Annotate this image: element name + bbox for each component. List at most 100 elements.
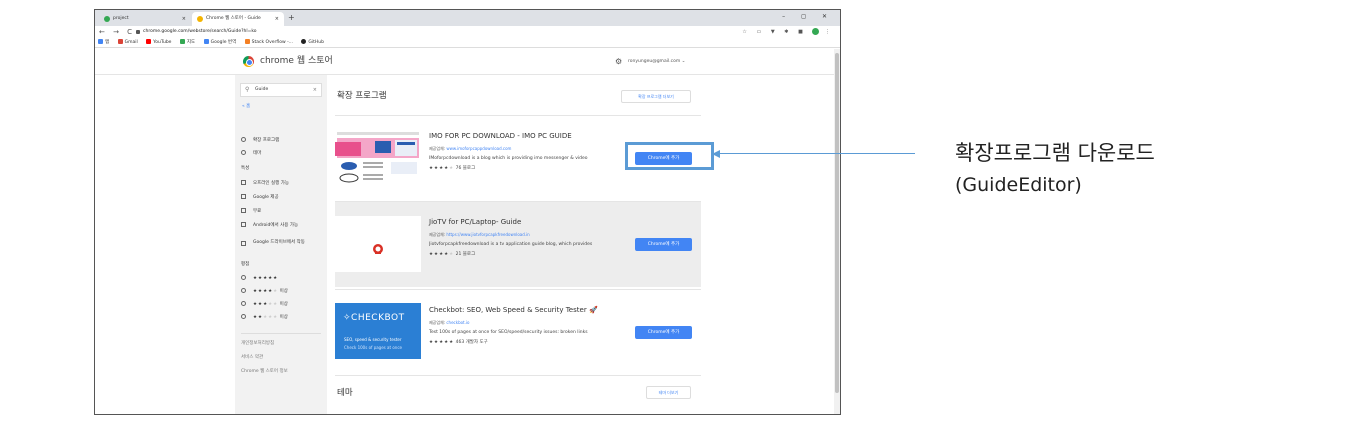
- radio-icon[interactable]: [241, 314, 246, 319]
- bookmark-maps[interactable]: 지도: [179, 38, 195, 48]
- filter-drive[interactable]: Google 드라이브에서 작동: [241, 239, 325, 247]
- stars-empty: ★: [449, 166, 455, 171]
- tab-strip: project × Chrome 웹 스토어 - Guide × + – ◻ ✕: [95, 10, 840, 26]
- extension-square-icon[interactable]: ■: [798, 29, 807, 35]
- bookmark-apps[interactable]: 앱: [98, 38, 109, 48]
- extension-rating: ★★★★★ 463 개발자 도구: [429, 339, 488, 347]
- bookmark-github[interactable]: GitHub: [301, 38, 324, 48]
- checkbot-subtagline: Check 100s of pages at once: [344, 345, 402, 350]
- close-tab-icon[interactable]: ×: [275, 12, 279, 26]
- terms-link[interactable]: 서비스 약관: [241, 354, 263, 362]
- apps-grid-icon: [98, 39, 103, 44]
- extension-rating: ★★★★★ 76 블로그: [429, 165, 475, 173]
- stackoverflow-icon: [244, 39, 250, 44]
- tab-project[interactable]: project ×: [99, 12, 191, 26]
- bookmark-star-icon[interactable]: ☆: [742, 29, 750, 35]
- checkbox-icon[interactable]: [241, 222, 246, 227]
- extension-card-jiotv[interactable]: JioTV for PC/Laptop- Guide 제공업체: https:/…: [335, 201, 701, 287]
- url-input[interactable]: chrome.google.com/webstore/search/Guide?…: [135, 27, 755, 37]
- add-to-chrome-button[interactable]: Chrome에 추가: [635, 238, 692, 251]
- extension-filter-icon[interactable]: ▼: [771, 29, 779, 35]
- filter-rating-3[interactable]: ★★★★★ 이상: [241, 301, 288, 309]
- extension-card-checkbot[interactable]: ✧CHECKBOT SEO, speed & security tester C…: [335, 289, 701, 375]
- star-rating: ★★★★★: [253, 315, 278, 320]
- stars-empty: ★★: [268, 302, 279, 307]
- provider-label: 제공업체:: [429, 320, 446, 325]
- extension-puzzle-icon[interactable]: ✱: [784, 29, 792, 35]
- see-more-themes-button[interactable]: 테마 더보기: [646, 386, 691, 399]
- scrollbar-thumb[interactable]: [835, 53, 839, 393]
- filter-extensions[interactable]: 확장 프로그램: [241, 137, 279, 145]
- privacy-link[interactable]: 개인정보처리방침: [241, 340, 274, 348]
- extensions-section-title: 확장 프로그램: [337, 91, 387, 101]
- radio-icon[interactable]: [241, 137, 246, 142]
- filter-offline[interactable]: 오프라인 실행 가능: [241, 180, 289, 188]
- filter-rating-4[interactable]: ★★★★★ 이상: [241, 288, 288, 296]
- annotation-arrow-icon: [712, 150, 720, 158]
- provider-label: 제공업체:: [429, 232, 446, 237]
- profile-avatar-icon[interactable]: [812, 28, 820, 35]
- radio-icon[interactable]: [241, 288, 246, 293]
- menu-kebab-icon[interactable]: ⋮: [825, 29, 834, 35]
- about-store-link[interactable]: Chrome 웹 스토어 정보: [241, 368, 288, 376]
- add-to-chrome-button[interactable]: Chrome에 추가: [635, 326, 692, 339]
- radio-icon[interactable]: [241, 301, 246, 306]
- bookmark-youtube[interactable]: YouTube: [146, 38, 171, 48]
- tab-chrome-web-store[interactable]: Chrome 웹 스토어 - Guide ×: [192, 12, 284, 26]
- extension-icons[interactable]: ☆ ▭ ▼ ✱ ■ ⋮: [742, 27, 834, 37]
- chrome-logo-icon[interactable]: [243, 56, 254, 67]
- provider-link[interactable]: checkbot.io: [446, 320, 469, 325]
- bookmark-translate[interactable]: Google 번역: [203, 38, 237, 48]
- bookmark-label: Google 번역: [210, 40, 237, 45]
- search-input[interactable]: ⚲ Guide ×: [240, 83, 322, 97]
- themes-section-title: 테마: [337, 388, 353, 398]
- filter-themes[interactable]: 테마: [241, 150, 261, 158]
- checkbox-icon[interactable]: [241, 208, 246, 213]
- page-scrollbar[interactable]: [834, 49, 840, 414]
- stars-filled: ★★★★★: [429, 340, 455, 345]
- sidebar-divider: [241, 333, 321, 334]
- navigation-buttons[interactable]: ← → C: [99, 27, 135, 37]
- filter-label: 테마: [253, 151, 262, 156]
- see-more-extensions-button[interactable]: 확장 프로그램 더보기: [621, 90, 691, 103]
- bookmark-label: GitHub: [308, 40, 325, 45]
- web-store-tab-icon: [197, 16, 203, 22]
- checkbox-icon[interactable]: [241, 180, 246, 185]
- checkbot-brand-text: CHECKBOT: [351, 313, 405, 323]
- filter-by-google[interactable]: Google 제공: [241, 194, 279, 202]
- checkbox-icon[interactable]: [241, 241, 246, 246]
- extension-title[interactable]: Checkbot: SEO, Web Speed & Security Test…: [429, 305, 598, 315]
- extension-thumbnail: [335, 216, 421, 272]
- extension-thumbnail: [335, 130, 421, 186]
- store-title[interactable]: chrome 웹 스토어: [260, 55, 333, 68]
- checkbox-icon[interactable]: [241, 194, 246, 199]
- filter-free[interactable]: 무료: [241, 208, 261, 216]
- tab-label: Chrome 웹 스토어 - Guide: [206, 16, 261, 21]
- account-email[interactable]: ronyungeu@gmail.com ⌄: [628, 58, 685, 66]
- extension-title-text: Checkbot: SEO, Web Speed & Security Test…: [429, 306, 587, 314]
- checkbot-brand: ✧CHECKBOT: [343, 313, 405, 323]
- bookmark-gmail[interactable]: Gmail: [117, 38, 138, 48]
- gear-icon[interactable]: ⚙: [615, 57, 622, 66]
- window-controls[interactable]: – ◻ ✕: [782, 12, 834, 22]
- extension-title[interactable]: JioTV for PC/Laptop- Guide: [429, 217, 521, 227]
- url-text: chrome.google.com/webstore/search/Guide?…: [143, 29, 257, 34]
- radio-icon[interactable]: [241, 275, 246, 280]
- close-tab-icon[interactable]: ×: [182, 12, 186, 26]
- cast-icon[interactable]: ▭: [757, 29, 766, 35]
- new-tab-button[interactable]: +: [288, 12, 295, 24]
- bookmark-stackoverflow[interactable]: Stack Overflow -...: [244, 38, 293, 48]
- extension-title[interactable]: IMO FOR PC DOWNLOAD - IMO PC GUIDE: [429, 131, 572, 141]
- provider-link[interactable]: www.imoforpcappdownload.com: [446, 146, 511, 151]
- rating-count: 21: [455, 252, 462, 257]
- filter-rating-5[interactable]: ★★★★★: [241, 275, 278, 283]
- stars-empty: ★★★: [263, 315, 279, 320]
- clear-search-icon[interactable]: ×: [313, 84, 317, 96]
- filter-label: Android에서 사용 가능: [253, 223, 299, 228]
- radio-icon[interactable]: [241, 150, 246, 155]
- rating-suffix: 이상: [279, 289, 288, 294]
- filter-android[interactable]: Android에서 사용 가능: [241, 222, 298, 230]
- provider-link[interactable]: https://www.jiotvforpcapkfreedownload.in: [446, 232, 529, 237]
- filter-rating-2[interactable]: ★★★★★ 이상: [241, 314, 288, 322]
- home-link[interactable]: « 홈: [242, 103, 250, 111]
